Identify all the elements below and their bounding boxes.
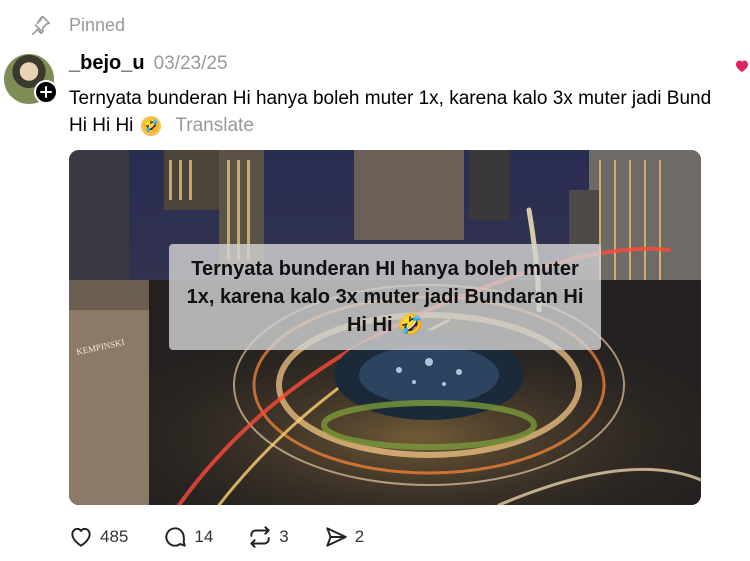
like-button[interactable]: 485 bbox=[68, 524, 128, 550]
pinned-indicator: Pinned bbox=[30, 12, 125, 38]
post-image[interactable]: KEMPINSKI Ternyata bunderan HI hanya bol… bbox=[69, 150, 701, 505]
repost-button[interactable]: 3 bbox=[247, 524, 289, 550]
share-count: 2 bbox=[354, 527, 365, 546]
plus-icon bbox=[40, 86, 52, 98]
pinned-label: Pinned bbox=[69, 14, 126, 35]
image-caption-text: Ternyata bunderan HI hanya boleh muter 1… bbox=[186, 258, 584, 336]
comment-count: 14 bbox=[194, 527, 214, 546]
post-actions: 485 14 3 2 bbox=[68, 524, 398, 550]
post-text-line: Hi Hi Hi bbox=[69, 115, 134, 136]
comment-button[interactable]: 14 bbox=[162, 524, 213, 550]
pin-icon bbox=[31, 15, 51, 35]
follow-plus-button[interactable] bbox=[34, 80, 58, 104]
repost-count: 3 bbox=[279, 527, 289, 546]
rofl-emoji-icon: 🤣 bbox=[141, 115, 162, 136]
heart-icon bbox=[71, 527, 91, 547]
image-caption-overlay: Ternyata bunderan HI hanya boleh muter 1… bbox=[169, 244, 601, 350]
share-button[interactable]: 2 bbox=[323, 524, 364, 550]
repost-icon bbox=[250, 526, 270, 548]
translate-link[interactable]: Translate bbox=[175, 112, 254, 139]
username[interactable]: _bejo_u bbox=[69, 52, 145, 75]
heart-badge-icon bbox=[736, 60, 748, 72]
like-count: 485 bbox=[100, 527, 129, 546]
post-date[interactable]: 03/23/25 bbox=[154, 53, 228, 75]
send-icon bbox=[326, 527, 347, 547]
comment-icon bbox=[165, 527, 187, 547]
post-header: _bejo_u 03/23/25 bbox=[69, 52, 228, 75]
post-text: Ternyata bunderan Hi hanya boleh muter 1… bbox=[69, 85, 750, 139]
post-text-line: Ternyata bunderan Hi hanya boleh muter 1… bbox=[69, 88, 712, 109]
